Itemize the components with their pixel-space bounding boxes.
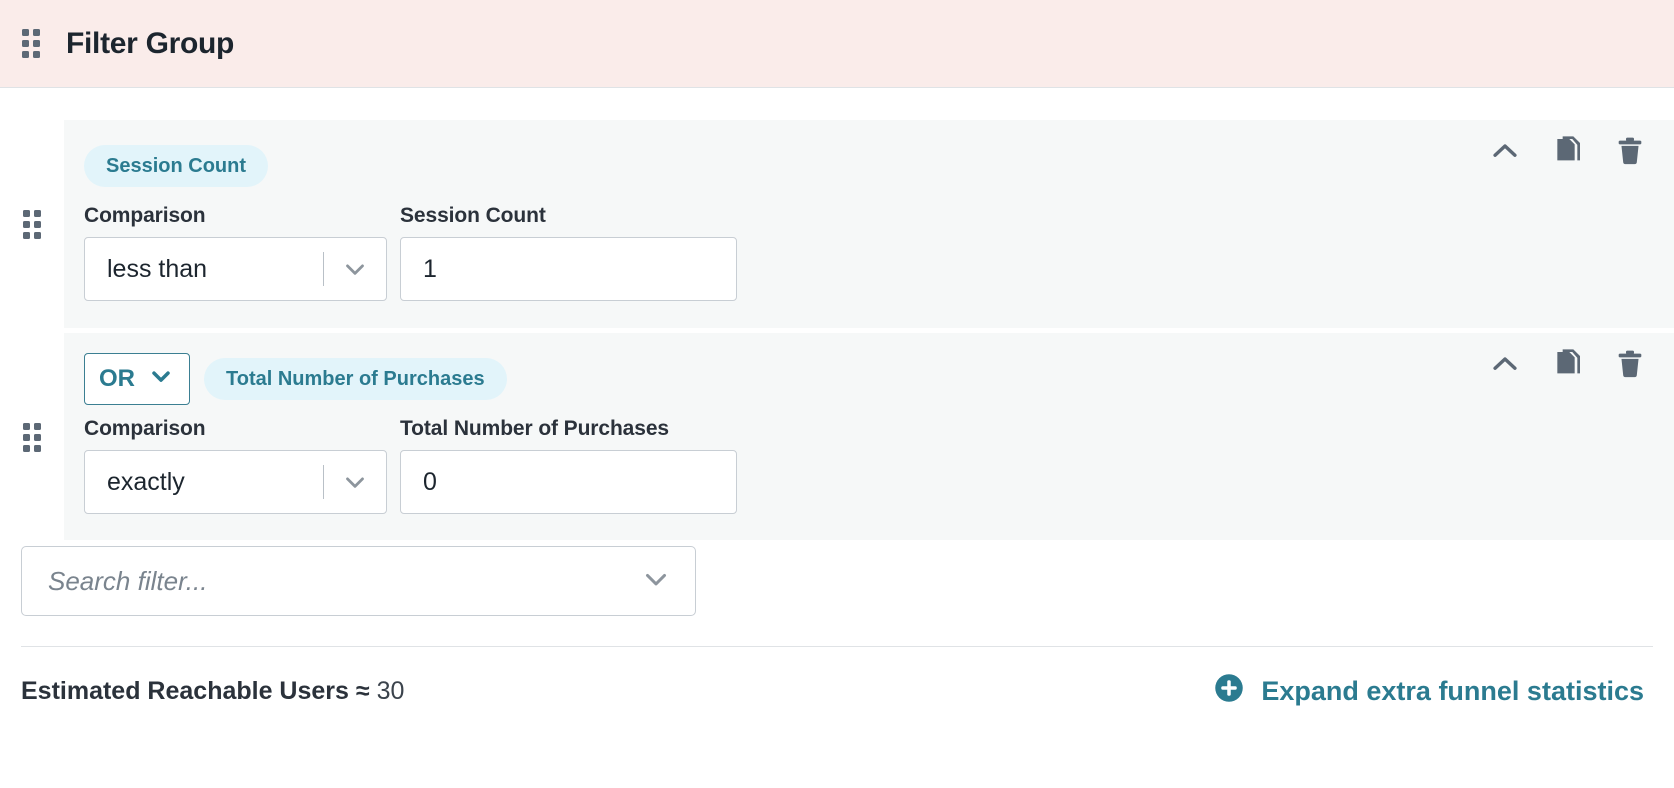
value-label: Session Count <box>400 204 546 227</box>
filter-row: Session Count Comparison less than Sessi… <box>0 120 1674 328</box>
chevron-down-icon[interactable] <box>324 467 386 497</box>
value-input[interactable]: 0 <box>400 450 737 514</box>
delete-icon[interactable] <box>1614 135 1646 167</box>
filter-fields: Comparison less than Session Count 1 <box>84 204 1674 301</box>
filter-chip-line: OR Total Number of Purchases <box>84 353 1674 405</box>
delete-icon[interactable] <box>1614 348 1646 380</box>
filter-row-drag-area <box>0 120 64 239</box>
estimate-label: Estimated Reachable Users ≈ <box>21 677 370 705</box>
collapse-icon[interactable] <box>1488 134 1522 168</box>
chevron-down-icon <box>147 362 175 397</box>
estimate-value: 30 <box>376 677 405 705</box>
value-field: Session Count 1 <box>400 204 737 301</box>
search-filter-placeholder: Search filter... <box>48 565 208 596</box>
filter-row-actions <box>1488 347 1646 381</box>
drag-handle-icon[interactable] <box>23 423 41 452</box>
filter-row-drag-area <box>0 333 64 452</box>
filter-name-chip[interactable]: Session Count <box>84 145 269 187</box>
comparison-value: exactly <box>107 467 185 496</box>
comparison-label: Comparison <box>84 417 206 440</box>
conjunction-value: OR <box>99 365 135 392</box>
search-filter-area: Search filter... <box>0 546 1674 616</box>
filter-card: OR Total Number of Purchases Comparison … <box>64 333 1674 540</box>
drag-handle-icon[interactable] <box>23 210 41 239</box>
comparison-field: Comparison less than <box>84 204 387 301</box>
comparison-label: Comparison <box>84 204 206 227</box>
value-field: Total Number of Purchases 0 <box>400 417 737 514</box>
comparison-select[interactable]: less than <box>84 237 387 301</box>
duplicate-icon[interactable] <box>1552 135 1584 167</box>
search-filter-input[interactable]: Search filter... <box>21 546 696 616</box>
value-text: 0 <box>423 467 437 496</box>
chevron-down-icon[interactable] <box>639 562 673 601</box>
chevron-down-icon[interactable] <box>324 254 386 284</box>
page-title: Filter Group <box>66 26 235 60</box>
filter-chip-line: Session Count <box>84 144 1674 188</box>
footer: Estimated Reachable Users ≈ 30 Expand ex… <box>0 647 1674 710</box>
comparison-select[interactable]: exactly <box>84 450 387 514</box>
duplicate-icon[interactable] <box>1552 348 1584 380</box>
value-label: Total Number of Purchases <box>400 417 670 440</box>
filter-row: OR Total Number of Purchases Comparison … <box>0 333 1674 540</box>
drag-handle-icon[interactable] <box>22 29 40 58</box>
estimated-reachable-users: Estimated Reachable Users ≈ 30 <box>21 677 404 706</box>
filter-card: Session Count Comparison less than Sessi… <box>64 120 1674 328</box>
comparison-value: less than <box>107 254 208 283</box>
comparison-field: Comparison exactly <box>84 417 387 514</box>
value-text: 1 <box>423 254 437 283</box>
plus-circle-icon <box>1214 673 1244 710</box>
filter-fields: Comparison exactly Total Number of Purch… <box>84 417 1674 514</box>
filter-group-header: Filter Group <box>0 0 1674 88</box>
expand-link-label: Expand extra funnel statistics <box>1261 676 1644 706</box>
collapse-icon[interactable] <box>1488 347 1522 381</box>
filter-row-actions <box>1488 134 1646 168</box>
filter-name-chip[interactable]: Total Number of Purchases <box>204 358 507 400</box>
value-input[interactable]: 1 <box>400 237 737 301</box>
expand-funnel-statistics-link[interactable]: Expand extra funnel statistics <box>1214 673 1644 710</box>
conjunction-select[interactable]: OR <box>84 353 190 405</box>
filter-list: Session Count Comparison less than Sessi… <box>0 88 1674 540</box>
